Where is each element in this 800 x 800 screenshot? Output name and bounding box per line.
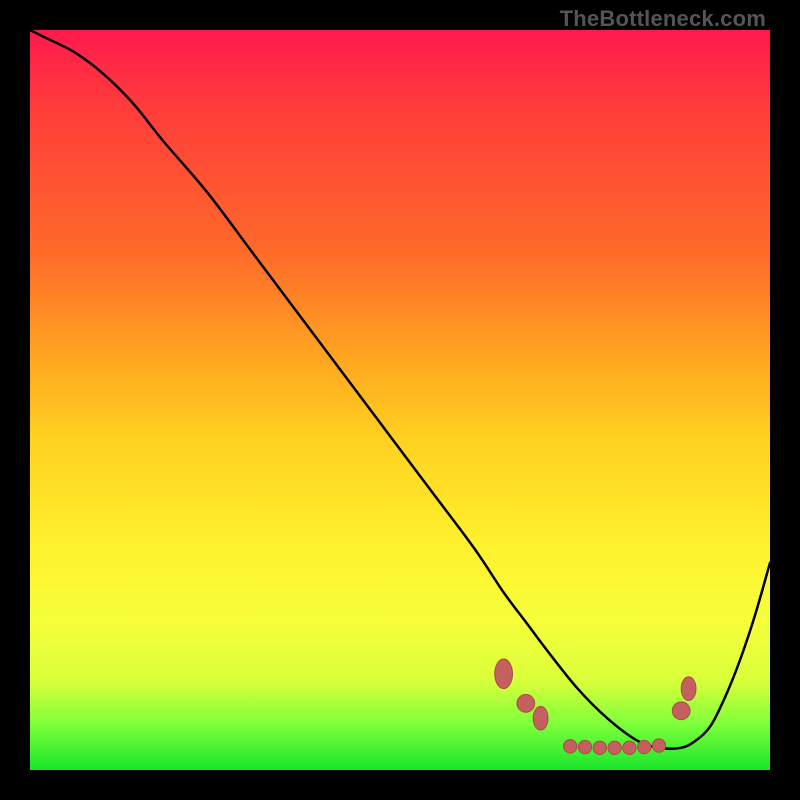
watermark-text: TheBottleneck.com [560,6,766,32]
curve-marker [517,695,535,713]
chart-svg [30,30,770,770]
plot-area [30,30,770,770]
curve-marker [593,741,606,754]
curve-marker [495,659,513,689]
curve-marker [672,702,690,720]
curve-marker [578,740,591,753]
chart-frame: TheBottleneck.com [0,0,800,800]
curve-marker [652,739,665,752]
bottleneck-curve [30,30,770,749]
curve-marker [623,741,636,754]
curve-marker [681,677,696,701]
curve-marker [533,706,548,730]
curve-marker [608,741,621,754]
curve-marker [638,740,651,753]
curve-marker [564,740,577,753]
